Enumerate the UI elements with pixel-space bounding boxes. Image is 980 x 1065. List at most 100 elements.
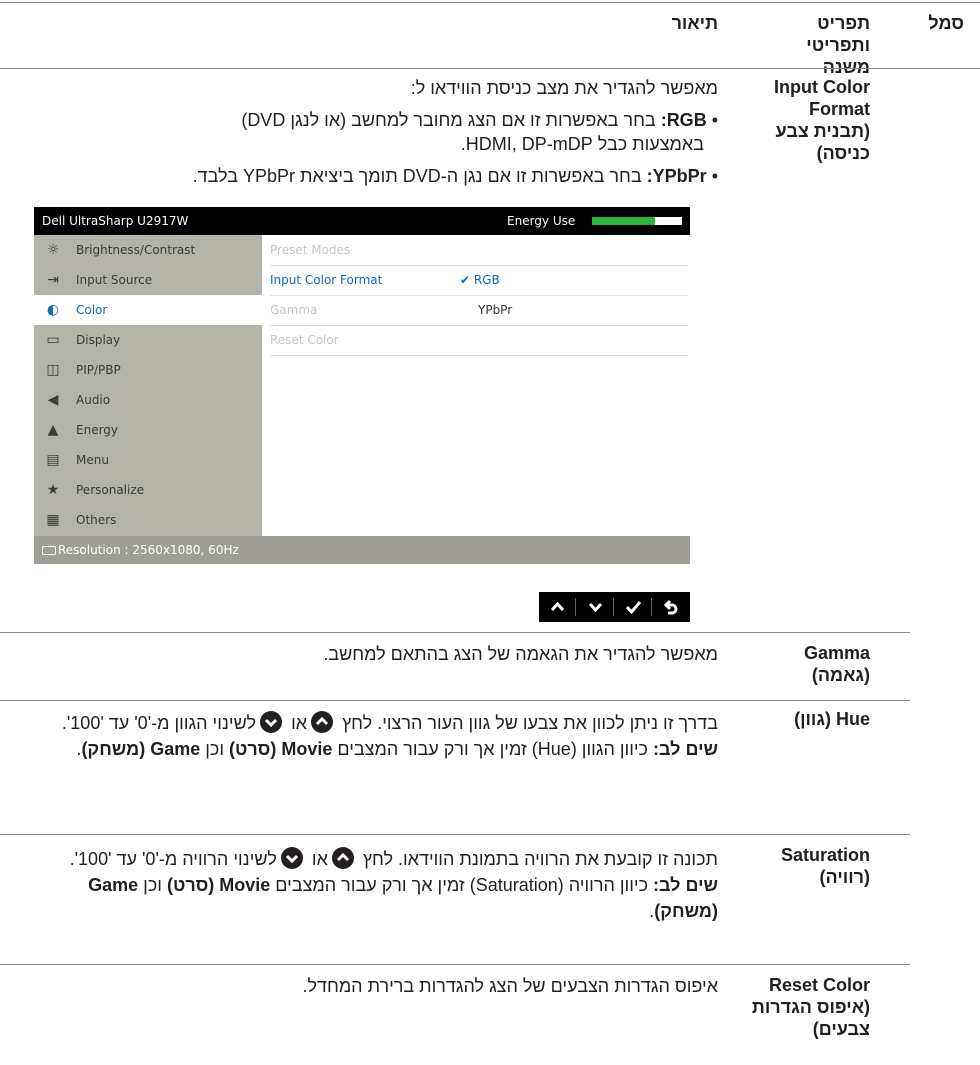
feature-line: Input Color (774, 77, 870, 97)
description-saturation: תכונה זו קובעת את הרוויה בתמונת הווידאו.… (26, 846, 718, 924)
osd-menu-item-pip-pbp[interactable]: ◫ PIP/PBP (34, 355, 262, 385)
description-reset-color: איפוס הגדרות הצבעים של הצג להגדרות ברירת… (26, 974, 718, 998)
others-icon: ▦ (46, 512, 60, 528)
osd-menu-label: Input Source (76, 273, 153, 287)
check-icon: ✔ (460, 273, 474, 287)
top-rule (0, 2, 980, 3)
menu-icon: ▤ (46, 452, 60, 468)
osd-menu-label: Color (76, 303, 108, 317)
ypbpr-bullet: • YPbPr: בחר באפשרות זו אם נגן ה-DVD תומ… (192, 166, 718, 186)
flame-icon: ▲ (47, 422, 59, 438)
osd-menu-item-brightness-contrast[interactable]: ☼ Brightness/Contrast (34, 235, 262, 265)
energy-use-bar (592, 217, 682, 225)
feature-line: צבעים) (812, 1019, 870, 1039)
rgb-text-2: באמצעות כבל HDMI, DP-mDP. (460, 134, 704, 154)
energy-use-fill (592, 217, 655, 225)
osd-title: Dell UltraSharp U2917W (42, 214, 189, 228)
note-term: שים לב: (653, 739, 718, 759)
osd-option-rgb[interactable]: ✔ RGB (460, 273, 500, 287)
osd-menu: ☼ Brightness/Contrast ⇥ Input Source ◐ Color ▭… (34, 235, 262, 536)
feature-line: Hue (גוון) (794, 709, 870, 729)
osd-menu-item-personalize[interactable]: ★ Personalize (34, 475, 262, 505)
up-round-icon (311, 711, 334, 733)
color-icon: ◐ (46, 302, 60, 318)
description-input-color-format: מאפשר להגדיר את מצב כניסת הווידאו ל: • R… (26, 76, 718, 188)
hue-instruction: בדרך זו ניתן לכוון את צבעו של גוון העור … (26, 710, 718, 736)
note-and: וכן (138, 875, 167, 895)
check-button[interactable] (615, 592, 652, 622)
ypbpr-text: בחר באפשרות זו אם נגן ה-DVD תומך ביציאת … (192, 166, 647, 186)
osd-menu-item-display[interactable]: ▭ Display (34, 325, 262, 355)
osd-submenu-label: Input Color Format (270, 273, 383, 287)
osd-menu-label: Energy (76, 423, 119, 437)
osd-menu-label: Menu (76, 453, 109, 467)
row-rule-2 (0, 700, 910, 701)
osd-option-ypbpr[interactable]: YPbPr (478, 303, 512, 317)
feature-line: Reset Color (768, 975, 870, 995)
saturation-text-1: תכונה זו קובעת את הרוויה בתמונת הווידאו.… (362, 849, 718, 869)
down-round-icon (260, 711, 283, 733)
resolution-text: Resolution : 2560x1080, 60Hz (58, 543, 239, 557)
row-rule-3 (0, 834, 910, 835)
osd-menu-item-energy[interactable]: ▲ Energy (34, 415, 262, 445)
down-icon (588, 602, 603, 613)
osd-submenu-label: Gamma (270, 303, 318, 317)
hue-text-1: בדרך זו ניתן לכוון את צבעו של גוון העור … (342, 713, 718, 733)
osd-menu-label: PIP/PBP (76, 363, 121, 377)
up-button[interactable] (539, 592, 576, 622)
or-text: או (311, 849, 328, 869)
up-round-icon (331, 847, 354, 869)
osd-status-bar: Resolution : 2560x1080, 60Hz (34, 536, 690, 564)
saturation-instruction: תכונה זו קובעת את הרוויה בתמונת הווידאו.… (26, 846, 718, 872)
osd-menu-item-audio[interactable]: ◀ Audio (34, 385, 262, 415)
feature-line: Gamma (803, 643, 870, 663)
feature-line: (איפוס הגדרות (751, 997, 870, 1017)
feature-gamma: Gamma (גאמה) (730, 642, 870, 686)
up-icon (550, 601, 565, 612)
osd-submenu-item-input-color-format[interactable]: Input Color Format ✔ RGB (270, 265, 688, 296)
note-movie: Movie (סרט) (229, 739, 333, 759)
feature-line: כניסה) (816, 143, 870, 163)
note-game: Game (משחק) (81, 739, 201, 759)
osd-submenu-item-reset-color[interactable]: Reset Color (270, 325, 688, 356)
feature-saturation: Saturation (רוויה) (730, 844, 870, 888)
header-rule (0, 68, 980, 69)
feature-line: Saturation (780, 845, 870, 865)
osd-screenshot: Dell UltraSharp U2917W Energy Use ☼ Brigh… (34, 207, 690, 564)
rgb-text-1: בחר באפשרות זו אם הצג מחובר למחשב (או לנ… (241, 110, 661, 130)
osd-option-label: YPbPr (478, 303, 513, 317)
note-term: שים לב: (653, 875, 718, 895)
or-text: או (291, 713, 308, 733)
resolution-icon (42, 546, 56, 555)
osd-menu-item-menu[interactable]: ▤ Menu (34, 445, 262, 475)
feature-line: (תבנית צבע (775, 121, 870, 141)
feature-line: Format (808, 99, 870, 119)
down-button[interactable] (577, 592, 614, 622)
pip-icon: ◫ (46, 362, 60, 378)
osd-submenu-item-preset-modes[interactable]: Preset Modes (270, 235, 688, 266)
energy-label: Energy Use (507, 214, 576, 228)
osd-menu-label: Others (76, 513, 117, 527)
osd-menu-label: Display (76, 333, 121, 347)
saturation-note: שים לב: כיוון הרוויה (Saturation) זמין א… (26, 872, 718, 924)
down-round-icon (280, 847, 303, 869)
note-text: כיוון הרוויה (Saturation) זמין אך ורק עב… (270, 875, 654, 895)
row-rule-4 (0, 964, 910, 965)
note-text: כיוון הגוון (Hue) זמין אך ורק עבור המצבי… (332, 739, 654, 759)
feature-line: (גאמה) (811, 665, 870, 685)
osd-menu-label: Audio (76, 393, 111, 407)
osd-menu-item-others[interactable]: ▦ Others (34, 505, 262, 535)
note-movie: Movie (סרט) (166, 875, 271, 895)
header-symbol: סמל (928, 13, 964, 33)
speaker-icon: ◀ (47, 392, 59, 408)
osd-menu-item-color[interactable]: ◐ Color (34, 295, 262, 325)
osd-submenu-item-gamma[interactable]: Gamma YPbPr (270, 295, 688, 326)
osd-menu-item-input-source[interactable]: ⇥ Input Source (34, 265, 262, 295)
sun-icon: ☼ (46, 242, 60, 258)
feature-line: (רוויה) (819, 867, 870, 887)
display-icon: ▭ (46, 332, 60, 348)
back-button[interactable] (653, 592, 690, 622)
note-and: וכן (200, 739, 230, 759)
osd-title-bar: Dell UltraSharp U2917W Energy Use (34, 207, 690, 235)
saturation-text-2: לשינוי הרוויה מ-'0' עד '100'. (69, 849, 277, 869)
